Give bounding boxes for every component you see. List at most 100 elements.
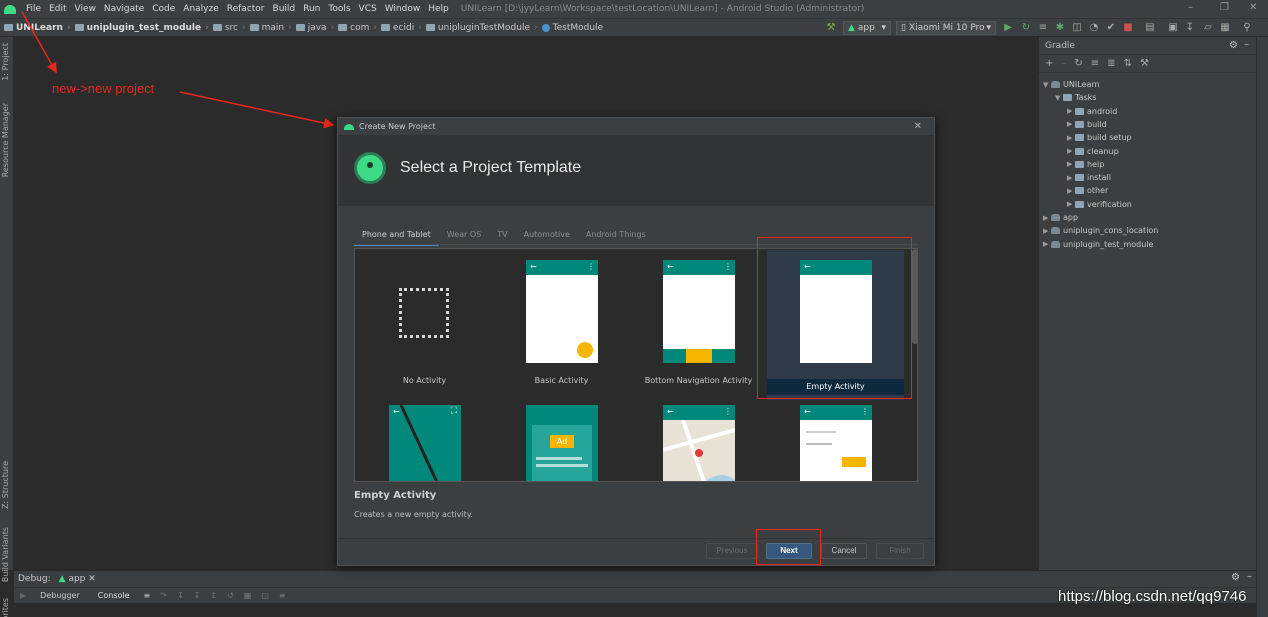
menu-icon[interactable]: ≡ <box>144 591 151 600</box>
coverage-icon[interactable]: ◫ <box>1072 22 1082 33</box>
dialog-close-icon[interactable]: ✕ <box>914 121 922 132</box>
step-over-icon[interactable]: ↷ <box>160 591 167 600</box>
settings-icon[interactable]: ⚙ <box>1229 40 1238 51</box>
template-google-maps-activity[interactable]: ← ⋮ <box>630 395 767 481</box>
menu-navigate[interactable]: Navigate <box>100 4 148 14</box>
finish-button[interactable]: Finish <box>876 543 924 559</box>
sdk-manager-icon[interactable]: ↧ <box>1185 22 1195 33</box>
menu-view[interactable]: View <box>71 4 100 14</box>
run-icon[interactable]: ▶ <box>1003 22 1013 33</box>
tab-console[interactable]: Console <box>94 591 134 600</box>
menu-build[interactable]: Build <box>269 4 300 14</box>
favorites-tab[interactable]: Favorites <box>1 598 10 617</box>
rerun-icon[interactable]: ▶ <box>20 591 26 600</box>
tab-phone-and-tablet[interactable]: Phone and Tablet <box>354 226 439 246</box>
breadcrumb-java[interactable]: java › <box>292 23 334 33</box>
breadcrumb-main[interactable]: main › <box>246 23 292 33</box>
chevron-right-icon[interactable]: ▶ <box>1067 147 1075 155</box>
run-to-cursor-icon[interactable]: ↺ <box>227 591 234 600</box>
previous-button[interactable]: Previous <box>706 543 758 559</box>
tab-automotive[interactable]: Automotive <box>516 226 578 246</box>
chevron-right-icon[interactable]: ▶ <box>1067 107 1075 115</box>
structure-tab[interactable]: Z: Structure <box>1 461 10 509</box>
debug-console-area[interactable] <box>14 603 1256 617</box>
breadcrumb-package[interactable]: unipluginTestModule › <box>422 23 538 33</box>
project-structure-icon[interactable]: ▦ <box>1220 22 1230 33</box>
cancel-button[interactable]: Cancel <box>821 543 867 559</box>
menu-analyze[interactable]: Analyze <box>179 4 222 14</box>
wrench-icon[interactable]: ⚒ <box>1140 58 1149 69</box>
menu-window[interactable]: Window <box>381 4 425 14</box>
stop-icon[interactable]: ■ <box>1123 22 1133 33</box>
chevron-right-icon[interactable]: ▶ <box>1043 240 1051 248</box>
breadcrumb-project[interactable]: UNILearn › <box>0 23 71 33</box>
avd-manager-icon[interactable]: ▣ <box>1168 22 1178 33</box>
gradle-tree-item[interactable]: ▶ uniplugin_cons_location <box>1043 224 1158 237</box>
template-login-activity[interactable]: ← ⋮ <box>767 395 904 481</box>
gradle-tree-item[interactable]: ▶ help <box>1067 158 1104 171</box>
breadcrumb-class[interactable]: TestModule <box>538 23 603 33</box>
menu-refactor[interactable]: Refactor <box>223 4 269 14</box>
expand-all-icon[interactable]: ≡ <box>1091 58 1099 69</box>
menu-edit[interactable]: Edit <box>45 4 70 14</box>
breadcrumb-module[interactable]: uniplugin_test_module › <box>71 23 209 33</box>
breadcrumb-ecidi[interactable]: ecidi › <box>377 23 422 33</box>
chevron-right-icon[interactable]: ▶ <box>1067 200 1075 208</box>
gradle-tree-item[interactable]: ▶ verification <box>1067 198 1132 211</box>
tab-debugger[interactable]: Debugger <box>36 591 84 600</box>
chevron-right-icon[interactable]: ▶ <box>1067 160 1075 168</box>
gradle-tree-item[interactable]: ▶ build setup <box>1067 131 1132 144</box>
tab-tv[interactable]: TV <box>489 226 515 246</box>
search-icon[interactable]: ⚲ <box>1242 22 1252 33</box>
attach-debugger-icon[interactable]: ✔ <box>1106 22 1116 33</box>
force-step-into-icon[interactable]: ↧ <box>194 591 201 600</box>
gradle-tree-item[interactable]: ▶ android <box>1067 105 1117 118</box>
breadcrumb-src[interactable]: src › <box>209 23 246 33</box>
chevron-right-icon[interactable]: ▶ <box>1067 120 1075 128</box>
menu-run[interactable]: Run <box>299 4 324 14</box>
menu-vcs[interactable]: VCS <box>355 4 381 14</box>
apply-code-changes-icon[interactable]: ≡ <box>1038 22 1048 33</box>
gradle-tree-item[interactable]: ▶ uniplugin_test_module <box>1043 238 1153 251</box>
close-window-icon[interactable]: ✕ <box>1249 2 1257 13</box>
menu-code[interactable]: Code <box>148 4 179 14</box>
restore-icon[interactable]: ❐ <box>1220 2 1229 13</box>
collapse-all-icon[interactable]: ≣ <box>1107 58 1115 69</box>
chevron-down-icon[interactable]: ▼ <box>1055 94 1063 102</box>
profile-icon[interactable]: ◔ <box>1089 22 1099 33</box>
chevron-right-icon[interactable]: ▶ <box>1067 187 1075 195</box>
breadcrumb-com[interactable]: com › <box>334 23 377 33</box>
hide-panel-icon[interactable]: – <box>1244 39 1249 50</box>
chevron-right-icon[interactable]: ▶ <box>1043 227 1051 235</box>
apply-changes-icon[interactable]: ↻ <box>1021 22 1031 33</box>
minimize-icon[interactable]: – <box>1188 2 1193 13</box>
template-bottom-navigation-activity[interactable]: ← ⋮ Bottom Navigation Activity <box>630 250 767 400</box>
refresh-icon[interactable]: ↻ <box>1074 58 1082 69</box>
chevron-right-icon[interactable]: ▶ <box>1043 214 1051 222</box>
gradle-tree-item[interactable]: ▼ UNILearn <box>1043 78 1100 91</box>
evaluate-icon[interactable]: ▦ <box>244 591 252 600</box>
gradle-tree-item[interactable]: ▼ Tasks <box>1055 91 1096 104</box>
tab-wear-os[interactable]: Wear OS <box>439 226 489 246</box>
chevron-right-icon[interactable]: ▶ <box>1067 174 1075 182</box>
tab-android-things[interactable]: Android Things <box>578 226 654 246</box>
debug-config-tab[interactable]: ▲ app ✕ <box>59 574 96 584</box>
gradle-tree-item[interactable]: ▶ install <box>1067 171 1111 184</box>
remove-icon[interactable]: – <box>1061 58 1066 69</box>
sync-project-icon[interactable]: ▤ <box>1145 22 1155 33</box>
build-variants-tab[interactable]: Build Variants <box>1 527 10 582</box>
layout-inspector-icon[interactable]: ▱ <box>1203 22 1213 33</box>
debug-hide-icon[interactable]: – <box>1247 571 1252 582</box>
device-select[interactable]: ▯ Xiaomi Mi 10 Pro ▾ <box>896 21 996 35</box>
close-tab-icon[interactable]: ✕ <box>88 574 96 584</box>
step-out-icon[interactable]: ↥ <box>210 591 217 600</box>
hammer-icon[interactable]: ⚒ <box>826 22 836 33</box>
template-no-activity[interactable]: No Activity <box>356 250 493 400</box>
step-into-icon[interactable]: ↧ <box>177 591 184 600</box>
toggle-offline-icon[interactable]: ⇅ <box>1124 58 1132 69</box>
project-tool-tab[interactable]: 1: Project <box>1 43 10 81</box>
template-google-admob-ads-activity[interactable]: Ad <box>493 395 630 481</box>
chevron-down-icon[interactable]: ▼ <box>1043 81 1051 89</box>
more-icon[interactable]: ≡ <box>279 591 286 600</box>
resource-manager-tab[interactable]: Resource Manager <box>1 103 10 177</box>
